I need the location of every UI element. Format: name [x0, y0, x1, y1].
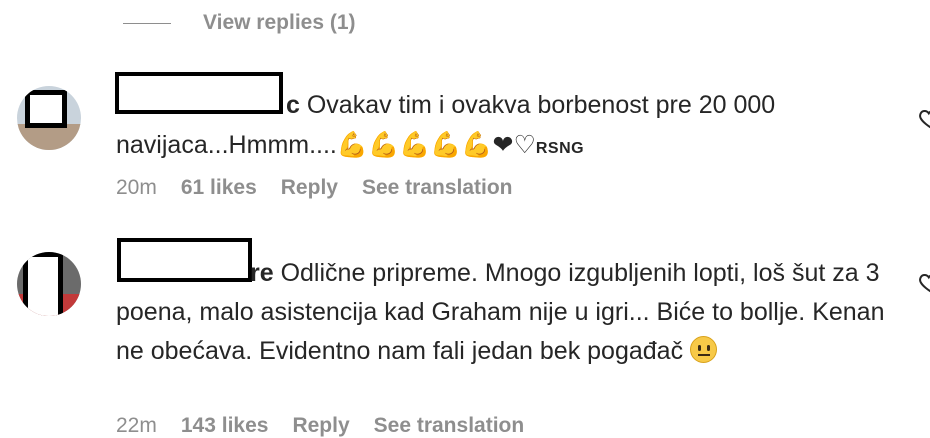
- username-tail[interactable]: re: [250, 259, 274, 287]
- see-translation-button[interactable]: See translation: [374, 414, 525, 438]
- comment-item: c Ovakav tim i ovakva borbenost pre 20 0…: [0, 60, 930, 210]
- comment-text: re Odlične pripreme. Mnogo izgubljenih l…: [116, 254, 906, 371]
- reply-button[interactable]: Reply: [292, 414, 349, 438]
- comment-time: 20m: [116, 176, 157, 199]
- likes-count[interactable]: 143 likes: [181, 414, 269, 438]
- comment-meta: 22m 143 likes Reply See translation: [116, 414, 548, 438]
- view-replies-label: View replies (1): [203, 11, 356, 34]
- like-heart-icon[interactable]: [918, 270, 930, 294]
- reply-button[interactable]: Reply: [281, 176, 338, 200]
- comment-item: re Odlične pripreme. Mnogo izgubljenih l…: [0, 222, 930, 437]
- comment-meta: 20m 61 likes Reply See translation: [116, 176, 537, 200]
- avatar[interactable]: [17, 252, 81, 316]
- comment-text: c Ovakav tim i ovakva borbenost pre 20 0…: [116, 86, 836, 168]
- see-translation-button[interactable]: See translation: [362, 176, 513, 200]
- likes-count[interactable]: 61 likes: [181, 176, 257, 200]
- avatar-redaction: [25, 90, 67, 128]
- replies-divider-line: [123, 22, 171, 24]
- view-replies-button[interactable]: View replies (1): [123, 8, 356, 38]
- avatar[interactable]: [17, 86, 81, 150]
- like-heart-icon[interactable]: [918, 106, 930, 130]
- neutral-face-emoji: [690, 336, 718, 363]
- username-tail[interactable]: c: [286, 91, 300, 119]
- comment-body: Odlične pripreme. Mnogo izgubljenih lopt…: [116, 259, 885, 365]
- emoji-sequence: 💪💪💪💪💪❤♡: [336, 130, 536, 159]
- comment-time: 22m: [116, 414, 157, 437]
- avatar-redaction: [23, 252, 63, 316]
- rsng-tag: RSNG: [535, 140, 585, 157]
